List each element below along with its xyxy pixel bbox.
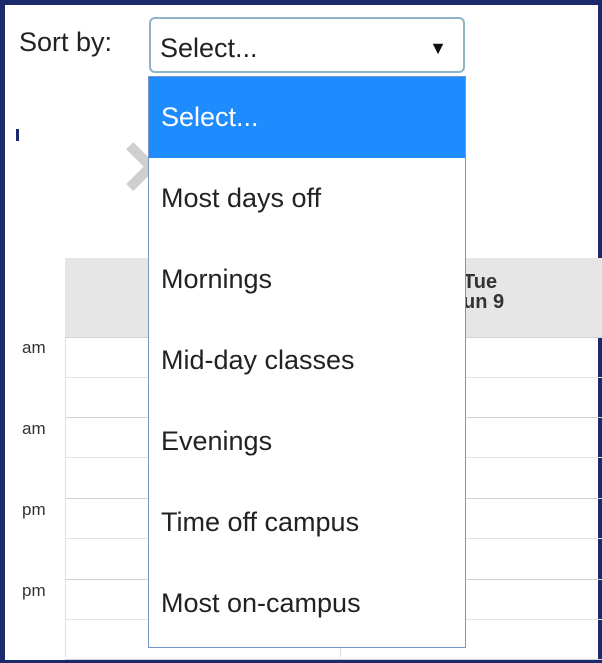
sort-by-label: Sort by:: [19, 27, 113, 57]
time-label: am: [22, 338, 46, 357]
sort-select-value: Select...: [160, 33, 258, 63]
day-header-date: un 9: [463, 291, 505, 313]
day-header-tuesday: Tue un 9: [463, 272, 504, 312]
time-label: am: [22, 419, 46, 438]
edge-marker: [16, 129, 19, 141]
option-time-off-campus[interactable]: Time off campus: [149, 482, 465, 563]
time-label: pm: [22, 500, 46, 519]
grid-row-line: [65, 659, 602, 660]
option-select[interactable]: Select...: [149, 77, 465, 158]
option-most-on-campus[interactable]: Most on-campus: [149, 563, 465, 644]
option-mornings[interactable]: Mornings: [149, 239, 465, 320]
sort-options-dropdown: Select... Most days off Mornings Mid-day…: [148, 76, 466, 648]
caret-down-icon: ▼: [429, 38, 447, 58]
grid-column-divider: [65, 337, 66, 657]
sort-select[interactable]: Select... ▼: [149, 17, 465, 73]
app-frame: ✕ Tue un 9 am am pm pm Sort by: Select..…: [0, 0, 602, 663]
option-evenings[interactable]: Evenings: [149, 401, 465, 482]
day-header-weekday: Tue: [463, 271, 498, 293]
time-label: pm: [22, 581, 46, 600]
option-most-days-off[interactable]: Most days off: [149, 158, 465, 239]
option-mid-day-classes[interactable]: Mid-day classes: [149, 320, 465, 401]
